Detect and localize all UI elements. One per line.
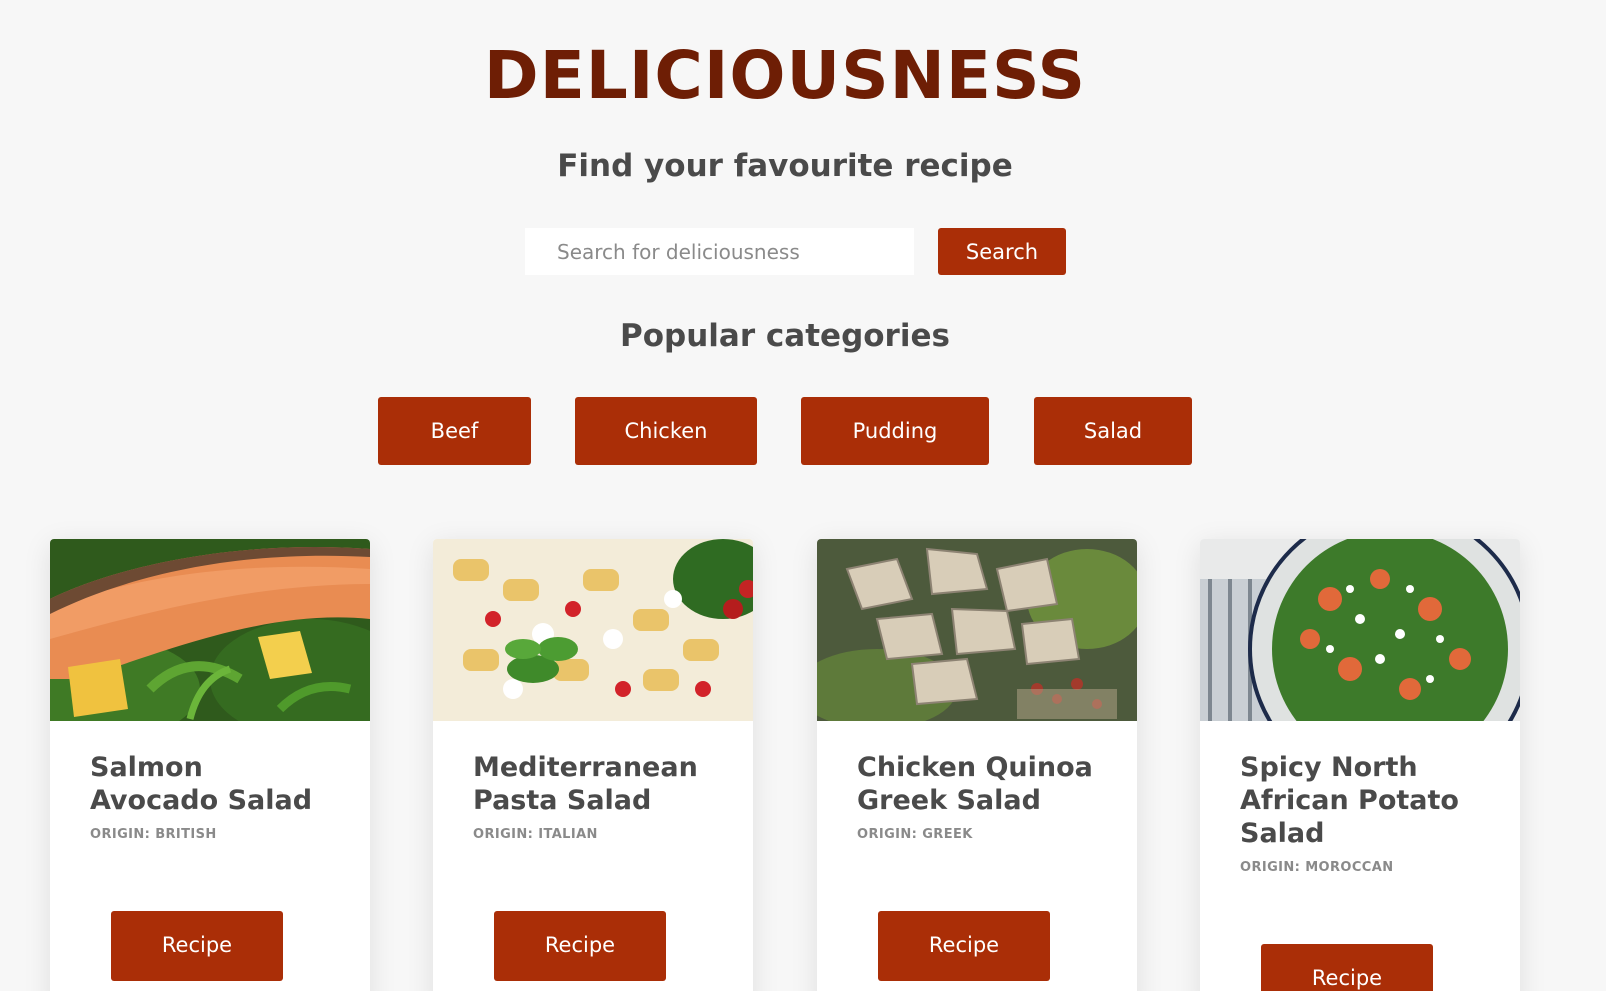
search-input[interactable]	[525, 228, 914, 275]
recipe-image-salmon	[50, 539, 370, 721]
recipe-image-chicken	[817, 539, 1137, 721]
page: DELICIOUSNESS Find your favourite recipe…	[0, 0, 1606, 991]
recipe-image-pasta	[433, 539, 753, 721]
recipe-card: Mediterranean Pasta Salad ORIGIN: ITALIA…	[433, 539, 753, 991]
category-button-salad[interactable]: Salad	[1034, 397, 1192, 465]
recipe-card: Chicken Quinoa Greek Salad ORIGIN: GREEK…	[817, 539, 1137, 991]
site-title: DELICIOUSNESS	[483, 37, 1087, 114]
recipe-button[interactable]: Recipe	[878, 911, 1050, 981]
recipe-title: Mediterranean Pasta Salad	[473, 752, 698, 816]
recipe-origin: ORIGIN: ITALIAN	[473, 827, 598, 842]
recipe-origin: ORIGIN: GREEK	[857, 827, 973, 842]
category-button-beef[interactable]: Beef	[378, 397, 531, 465]
recipe-image-potato	[1200, 539, 1520, 721]
recipe-card: Spicy North African Potato Salad ORIGIN:…	[1200, 539, 1520, 991]
categories-heading: Popular categories	[620, 318, 950, 354]
recipe-origin: ORIGIN: MOROCCAN	[1240, 860, 1394, 875]
recipe-title: Spicy North African Potato Salad	[1240, 752, 1459, 849]
search-button[interactable]: Search	[938, 228, 1066, 275]
recipe-button[interactable]: Recipe	[1261, 944, 1433, 991]
site-subtitle: Find your favourite recipe	[557, 148, 1013, 184]
recipe-button[interactable]: Recipe	[494, 911, 666, 981]
category-button-chicken[interactable]: Chicken	[575, 397, 757, 465]
category-button-pudding[interactable]: Pudding	[801, 397, 989, 465]
recipe-button[interactable]: Recipe	[111, 911, 283, 981]
recipe-card: Salmon Avocado Salad ORIGIN: BRITISH Rec…	[50, 539, 370, 991]
recipe-title: Chicken Quinoa Greek Salad	[857, 752, 1093, 816]
recipe-title: Salmon Avocado Salad	[90, 752, 313, 816]
recipe-origin: ORIGIN: BRITISH	[90, 827, 217, 842]
